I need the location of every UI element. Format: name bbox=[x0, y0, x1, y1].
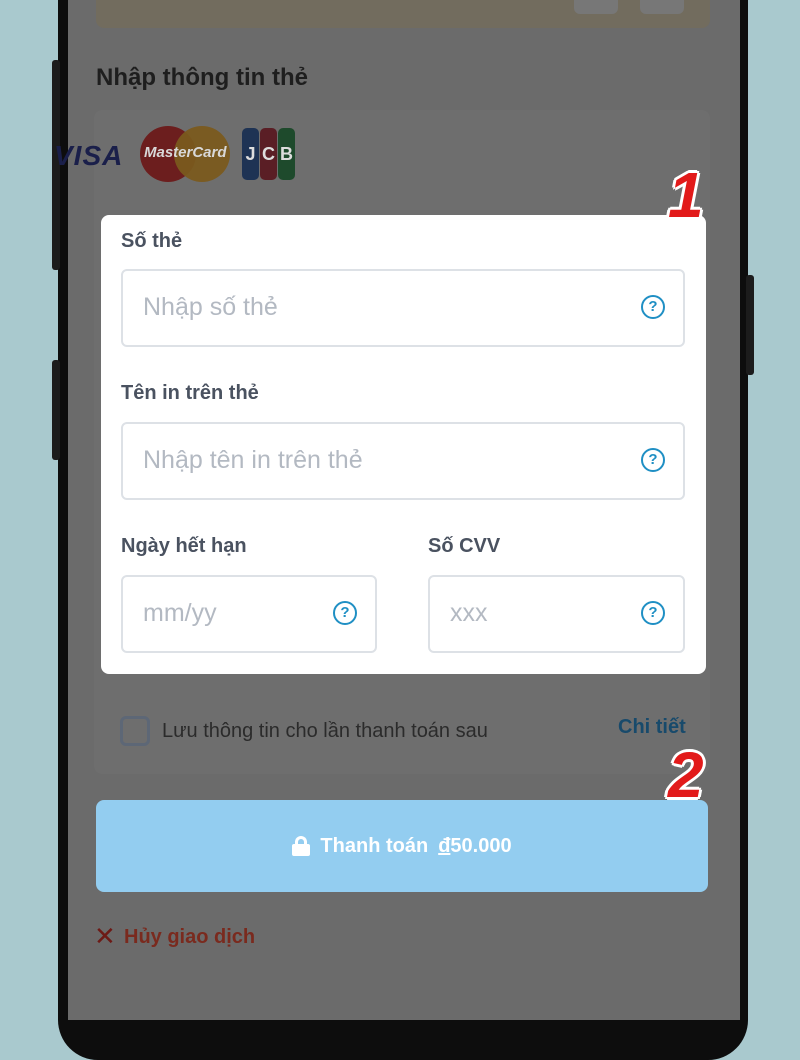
card-form: Số thẻ Nhập số thẻ ? Tên in trên thẻ Nhậ… bbox=[101, 215, 706, 674]
pay-button-amount: đ50.000 bbox=[438, 835, 511, 858]
jcb-letter: B bbox=[278, 128, 295, 180]
help-icon[interactable]: ? bbox=[641, 448, 665, 472]
card-name-label: Tên in trên thẻ bbox=[121, 382, 259, 404]
banner-pill bbox=[574, 0, 618, 14]
banner-pill bbox=[640, 0, 684, 14]
cancel-label: Hủy giao dịch bbox=[124, 926, 256, 948]
annotation-marker-1: 1 bbox=[668, 159, 704, 231]
cvv-label: Số CVV bbox=[428, 535, 501, 557]
mastercard-wordmark: MasterCard bbox=[144, 144, 227, 161]
cvv-input[interactable]: xxx ? bbox=[428, 575, 685, 653]
expiry-input[interactable]: mm/yy ? bbox=[121, 575, 377, 653]
save-info-label: Lưu thông tin cho lần thanh toán sau bbox=[162, 720, 488, 742]
help-icon[interactable]: ? bbox=[641, 601, 665, 625]
card-number-label: Số thẻ bbox=[121, 230, 183, 252]
phone-side-button bbox=[52, 360, 60, 460]
phone-side-button bbox=[746, 275, 754, 375]
jcb-letter: J bbox=[242, 128, 259, 180]
expiry-label: Ngày hết hạn bbox=[121, 535, 247, 557]
detail-link[interactable]: Chi tiết bbox=[618, 716, 686, 739]
currency-symbol: đ bbox=[438, 834, 451, 857]
card-number-input[interactable]: Nhập số thẻ ? bbox=[121, 269, 685, 347]
save-info-checkbox[interactable] bbox=[120, 716, 150, 746]
section-title: Nhập thông tin thẻ bbox=[96, 64, 308, 91]
pay-button-label: Thanh toán bbox=[320, 834, 429, 857]
lock-icon bbox=[292, 836, 311, 856]
close-icon: ✕ bbox=[94, 921, 116, 951]
card-name-placeholder: Nhập tên in trên thẻ bbox=[143, 446, 363, 474]
expiry-placeholder: mm/yy bbox=[143, 599, 217, 627]
card-name-input[interactable]: Nhập tên in trên thẻ ? bbox=[121, 422, 685, 500]
mastercard-logo: MasterCard bbox=[140, 126, 232, 182]
help-icon[interactable]: ? bbox=[641, 295, 665, 319]
jcb-letter: C bbox=[260, 128, 277, 180]
jcb-logo: J C B bbox=[242, 128, 296, 180]
help-icon[interactable]: ? bbox=[333, 601, 357, 625]
annotation-marker-2: 2 bbox=[668, 739, 704, 811]
visa-logo: VISA bbox=[54, 140, 124, 171]
top-banner bbox=[96, 0, 710, 28]
cvv-placeholder: xxx bbox=[450, 599, 488, 627]
amount-value: 50.000 bbox=[450, 834, 512, 857]
pay-button[interactable]: Thanh toán đ50.000 bbox=[96, 800, 708, 892]
card-number-placeholder: Nhập số thẻ bbox=[143, 293, 278, 321]
